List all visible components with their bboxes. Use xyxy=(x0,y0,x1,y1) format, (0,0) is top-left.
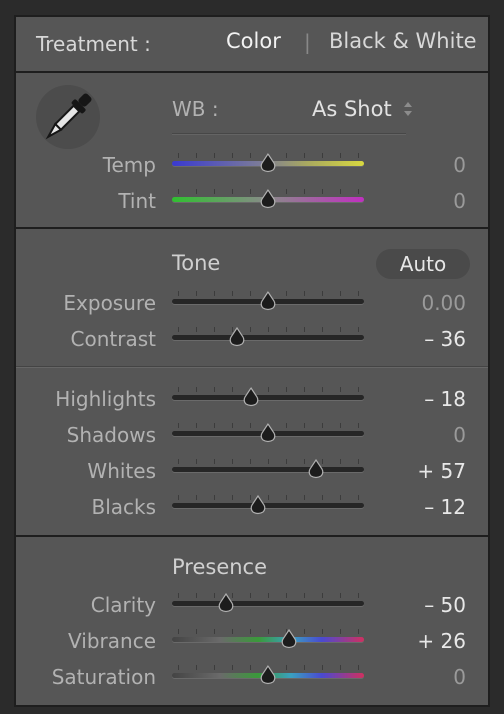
vibrance-slider[interactable] xyxy=(172,629,364,649)
contrast-slider[interactable] xyxy=(172,327,364,347)
saturation-slider-thumb[interactable] xyxy=(260,665,276,685)
wb-underline xyxy=(172,133,406,135)
highlights-slider-ticks xyxy=(172,387,364,392)
exposure-value[interactable]: 0.00 xyxy=(406,291,466,315)
vibrance-slider-track xyxy=(172,637,364,642)
auto-button[interactable]: Auto xyxy=(376,249,470,279)
wb-dropdown[interactable]: As Shot xyxy=(312,97,392,121)
exposure-slider[interactable] xyxy=(172,291,364,311)
treatment-color-option[interactable]: Color xyxy=(226,29,281,53)
shadows-slider-thumb[interactable] xyxy=(260,423,276,443)
tone-title: Tone xyxy=(172,251,221,275)
blacks-slider[interactable] xyxy=(172,495,364,515)
highlights-label: Highlights xyxy=(55,387,156,411)
saturation-slider[interactable] xyxy=(172,665,364,685)
wb-label: WB : xyxy=(172,97,219,121)
contrast-slider-thumb[interactable] xyxy=(229,327,245,347)
vibrance-label: Vibrance xyxy=(68,629,156,653)
treatment-panel: Treatment : Color | Black & White xyxy=(14,15,490,73)
white-balance-panel: WB : As Shot Temp 0 Tint 0 xyxy=(14,73,490,229)
clarity-slider-ticks xyxy=(172,593,364,598)
whites-slider[interactable] xyxy=(172,459,364,479)
shadows-slider[interactable] xyxy=(172,423,364,443)
whites-slider-ticks xyxy=(172,459,364,464)
highlights-slider-track xyxy=(172,395,364,400)
tone-panel: Tone Auto Exposure 0.00 Contrast – 36 Hi… xyxy=(14,229,490,537)
treatment-separator: | xyxy=(304,30,311,54)
shadows-value[interactable]: 0 xyxy=(406,423,466,447)
clarity-label: Clarity xyxy=(90,593,156,617)
contrast-slider-ticks xyxy=(172,327,364,332)
tone-divider xyxy=(16,366,488,368)
shadows-label: Shadows xyxy=(66,423,156,447)
exposure-label: Exposure xyxy=(63,291,156,315)
whites-value[interactable]: + 57 xyxy=(406,459,466,483)
contrast-slider-track xyxy=(172,335,364,340)
clarity-slider-thumb[interactable] xyxy=(218,593,234,613)
tint-slider[interactable] xyxy=(172,189,364,209)
clarity-value[interactable]: – 50 xyxy=(406,593,466,617)
saturation-label: Saturation xyxy=(51,665,156,689)
contrast-value[interactable]: – 36 xyxy=(406,327,466,351)
temp-label: Temp xyxy=(102,153,156,177)
temp-value[interactable]: 0 xyxy=(406,153,466,177)
clarity-slider-track xyxy=(172,601,364,606)
eyedropper-icon[interactable] xyxy=(36,85,100,149)
vibrance-slider-ticks xyxy=(172,629,364,634)
presence-panel: Presence Clarity – 50 Vibrance + 26 Satu… xyxy=(14,537,490,707)
blacks-slider-ticks xyxy=(172,495,364,500)
highlights-slider-thumb[interactable] xyxy=(243,387,259,407)
presence-title: Presence xyxy=(172,555,268,579)
tint-value[interactable]: 0 xyxy=(406,189,466,213)
temp-slider-thumb[interactable] xyxy=(260,153,276,173)
saturation-value[interactable]: 0 xyxy=(406,665,466,689)
blacks-value[interactable]: – 12 xyxy=(406,495,466,519)
temp-slider[interactable] xyxy=(172,153,364,173)
treatment-bw-option[interactable]: Black & White xyxy=(329,29,477,53)
tint-label: Tint xyxy=(118,189,156,213)
vibrance-value[interactable]: + 26 xyxy=(406,629,466,653)
exposure-slider-thumb[interactable] xyxy=(260,291,276,311)
treatment-label: Treatment : xyxy=(36,32,151,56)
blacks-slider-thumb[interactable] xyxy=(250,495,266,515)
whites-label: Whites xyxy=(87,459,156,483)
clarity-slider[interactable] xyxy=(172,593,364,613)
contrast-label: Contrast xyxy=(70,327,156,351)
tint-slider-thumb[interactable] xyxy=(260,189,276,209)
whites-slider-thumb[interactable] xyxy=(308,459,324,479)
blacks-label: Blacks xyxy=(91,495,156,519)
highlights-value[interactable]: – 18 xyxy=(406,387,466,411)
highlights-slider[interactable] xyxy=(172,387,364,407)
vibrance-slider-thumb[interactable] xyxy=(281,629,297,649)
blacks-slider-track xyxy=(172,503,364,508)
up-down-arrows-icon[interactable] xyxy=(402,99,414,119)
whites-slider-track xyxy=(172,467,364,472)
